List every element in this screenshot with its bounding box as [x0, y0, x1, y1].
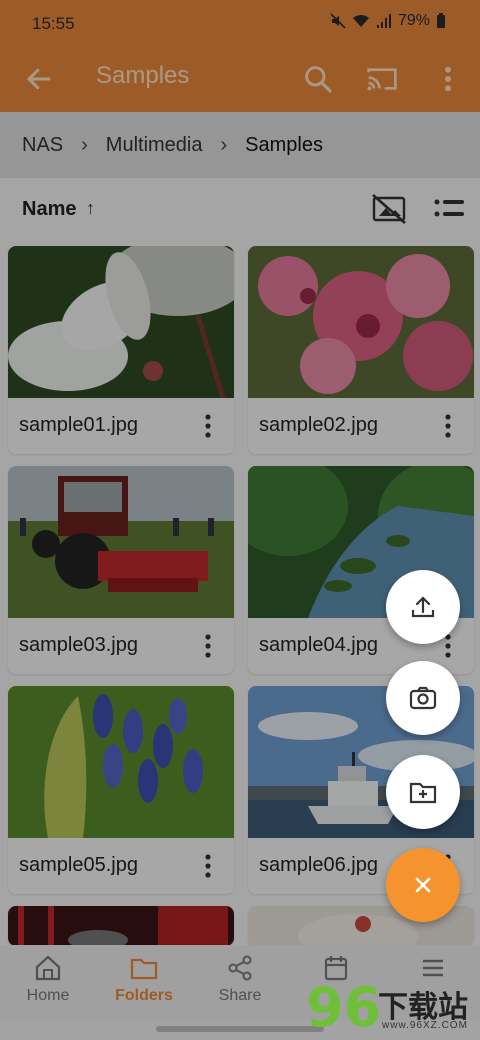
- battery-icon: [437, 13, 445, 28]
- thumbnail-image: [248, 246, 474, 398]
- more-vert-icon[interactable]: [202, 852, 214, 880]
- sort-arrow-icon[interactable]: ↑: [86, 198, 95, 219]
- file-name: sample06.jpg: [259, 854, 378, 876]
- home-icon: [35, 955, 61, 981]
- more-vert-icon[interactable]: [202, 632, 214, 660]
- camera-button[interactable]: [386, 661, 460, 735]
- new-folder-icon: [409, 782, 437, 804]
- nav-label: Home: [26, 987, 70, 1004]
- list-view-icon[interactable]: [432, 194, 466, 224]
- share-icon: [228, 955, 252, 981]
- file-card[interactable]: sample05.jpg: [8, 686, 234, 894]
- battery-level: 79%: [397, 12, 430, 29]
- chevron-right-icon: ›: [81, 133, 88, 156]
- nav-item-home[interactable]: Home: [0, 953, 96, 1005]
- signal-icon: [376, 14, 391, 28]
- upload-icon: [411, 596, 435, 618]
- thumbnail-off-icon[interactable]: [370, 192, 408, 226]
- watermark-logo: 96 下载站 www.96XZ.COM: [306, 976, 476, 1040]
- breadcrumb-item-nas[interactable]: NAS: [22, 134, 63, 157]
- thumbnail-image: [8, 246, 234, 398]
- home-indicator[interactable]: [156, 1026, 324, 1032]
- screen: 15:55 79% Samples NAS › Multimedia › Sam…: [0, 0, 480, 1040]
- status-icons: 79%: [330, 12, 446, 30]
- more-vert-icon[interactable]: [442, 412, 454, 440]
- file-card[interactable]: sample01.jpg: [8, 246, 234, 454]
- file-name: sample04.jpg: [259, 634, 378, 656]
- more-vert-icon[interactable]: [202, 412, 214, 440]
- nav-label: Share: [218, 987, 262, 1004]
- upload-button[interactable]: [386, 570, 460, 644]
- cast-icon[interactable]: [366, 63, 398, 95]
- folder-icon: [130, 958, 158, 980]
- app-bar: Samples: [0, 50, 480, 112]
- status-bar: 15:55 79%: [0, 0, 480, 50]
- sort-label[interactable]: Name: [22, 198, 76, 221]
- file-name: sample02.jpg: [259, 414, 378, 436]
- new-folder-button[interactable]: [386, 755, 460, 829]
- search-icon[interactable]: [302, 63, 334, 95]
- back-arrow-icon[interactable]: [24, 64, 54, 94]
- breadcrumb-item-multimedia[interactable]: Multimedia: [106, 134, 203, 157]
- file-name: sample03.jpg: [19, 634, 138, 656]
- file-card[interactable]: sample03.jpg: [8, 466, 234, 674]
- close-icon: [415, 877, 431, 893]
- page-title: Samples: [96, 62, 190, 89]
- wifi-icon: [352, 14, 369, 27]
- thumbnail-image: [8, 906, 234, 946]
- file-card[interactable]: [8, 906, 234, 946]
- breadcrumb: NAS › Multimedia › Samples: [0, 112, 480, 178]
- thumbnail-image: [8, 466, 234, 618]
- thumbnail-image: [8, 686, 234, 838]
- close-fab-button[interactable]: [386, 848, 460, 922]
- file-card[interactable]: sample04.jpg: [248, 466, 474, 674]
- watermark-url: www.96XZ.COM: [382, 1020, 468, 1031]
- more-vert-icon[interactable]: [432, 63, 464, 95]
- nav-item-share[interactable]: Share: [192, 953, 288, 1005]
- file-name: sample05.jpg: [19, 854, 138, 876]
- sort-row: Name ↑: [0, 178, 480, 242]
- breadcrumb-item-samples[interactable]: Samples: [245, 134, 323, 157]
- mute-icon: [330, 13, 346, 29]
- chevron-right-icon: ›: [220, 133, 228, 156]
- file-card[interactable]: sample02.jpg: [248, 246, 474, 454]
- nav-item-folders[interactable]: Folders: [96, 953, 192, 1005]
- camera-icon: [409, 686, 437, 710]
- file-name: sample01.jpg: [19, 414, 138, 436]
- nav-label: Folders: [115, 987, 173, 1004]
- status-time: 15:55: [32, 14, 75, 33]
- watermark-number: 96: [306, 976, 382, 1039]
